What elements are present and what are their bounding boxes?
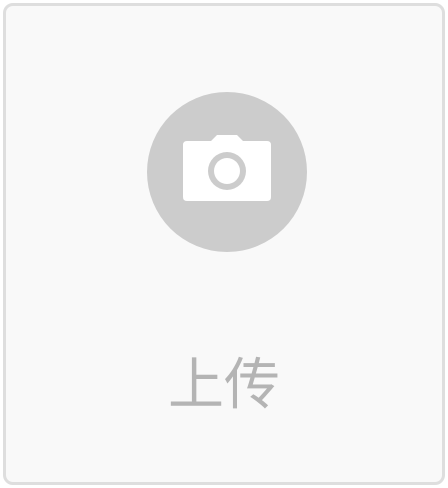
camera-icon-circle xyxy=(147,92,307,252)
upload-button[interactable]: 上传 xyxy=(3,3,445,485)
upload-label: 上传 xyxy=(168,353,280,418)
camera-icon xyxy=(183,135,271,201)
